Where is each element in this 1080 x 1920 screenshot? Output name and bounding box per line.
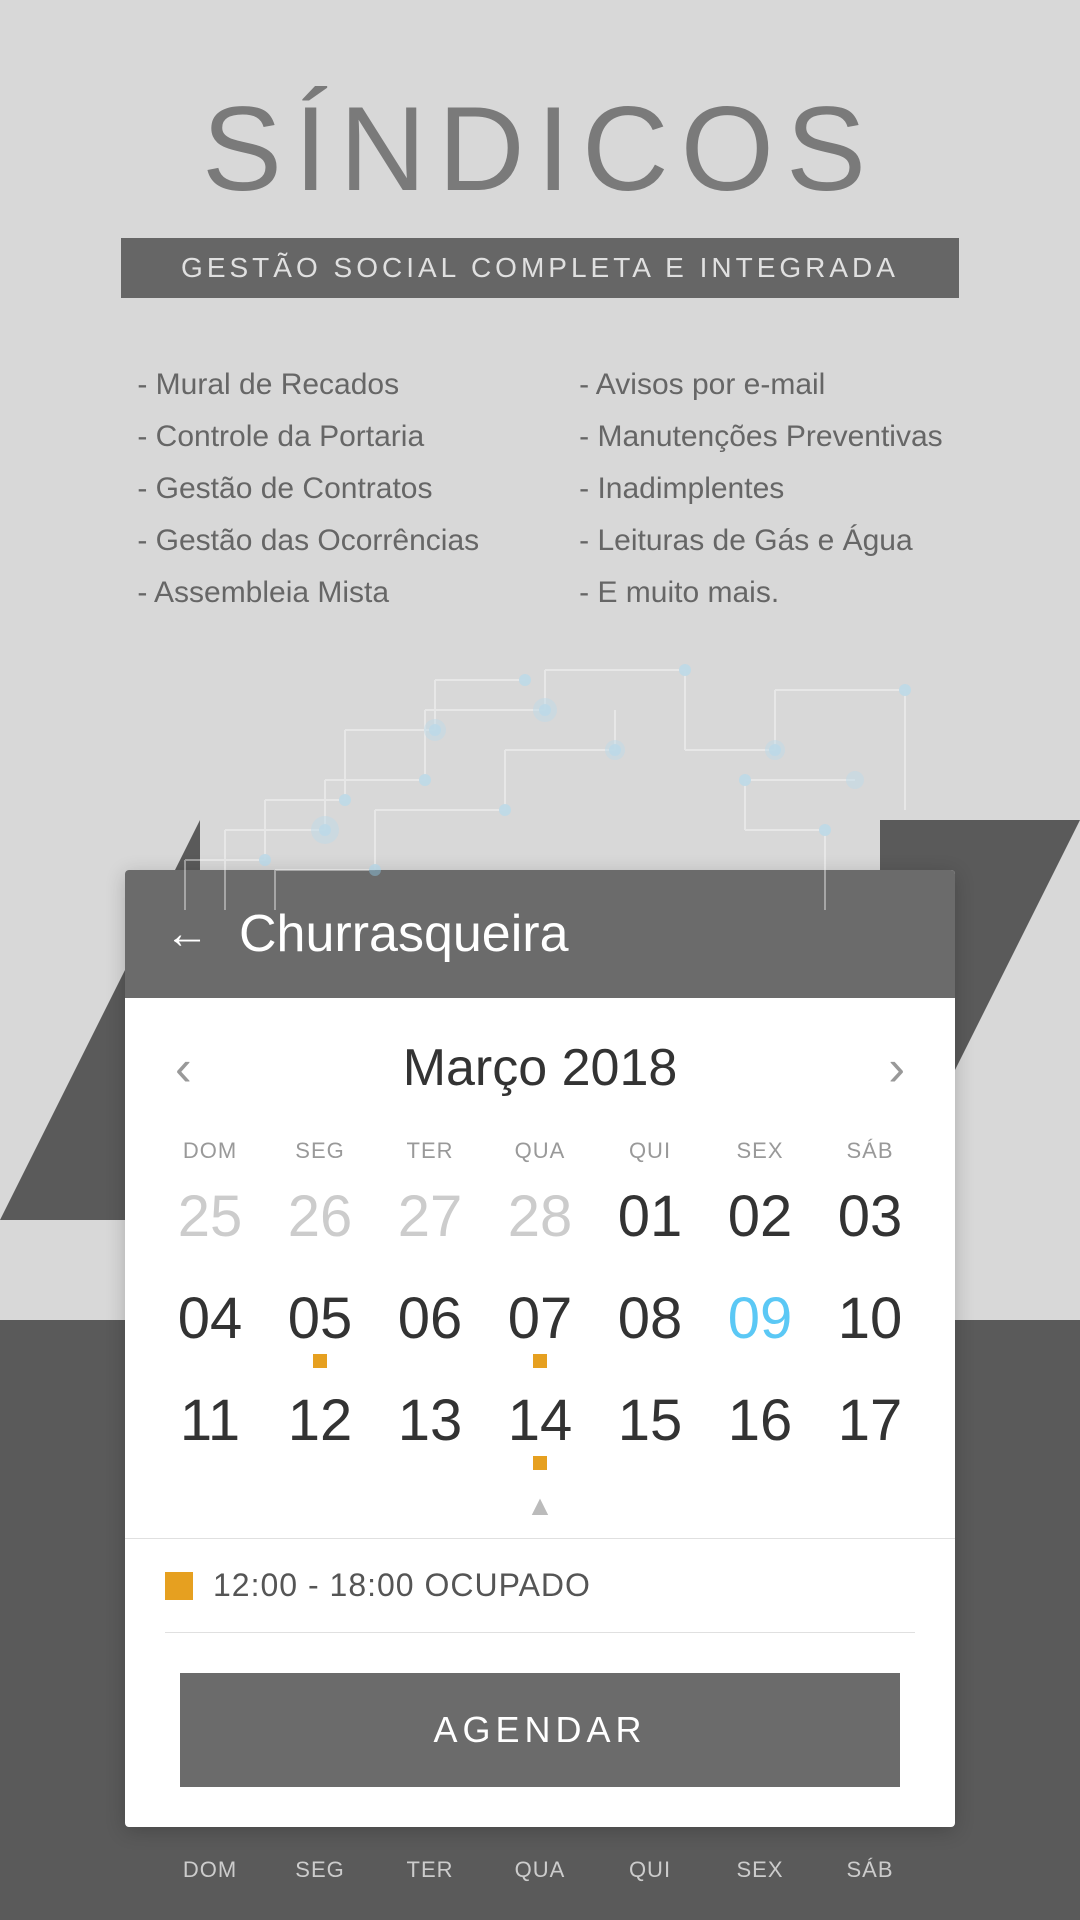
occupied-dot-icon xyxy=(165,1572,193,1600)
bottom-divider xyxy=(165,1632,915,1633)
day-cell[interactable]: 11 xyxy=(155,1378,265,1480)
features-right: - Avisos por e-mail - Manutenções Preven… xyxy=(579,368,943,610)
subtitle-bar: GESTÃO SOCIAL COMPLETA E INTEGRADA xyxy=(121,238,959,298)
day-cell[interactable]: 04 xyxy=(155,1276,265,1378)
bottom-calendar-row: DOM SEG TER QUA QUI SEX SÁB xyxy=(125,1827,955,1883)
day-cell[interactable]: 26 xyxy=(265,1174,375,1276)
bottom-day-ter: TER xyxy=(375,1857,485,1883)
occupied-text: 12:00 - 18:00 OCUPADO xyxy=(213,1567,591,1604)
bottom-day-qua: QUA xyxy=(485,1857,595,1883)
day-cell[interactable]: 07 xyxy=(485,1276,595,1378)
feature-item: - Controle da Portaria xyxy=(137,420,479,454)
day-cell[interactable]: 13 xyxy=(375,1378,485,1480)
agendar-button[interactable]: AGENDAR xyxy=(180,1673,900,1787)
calendar-week-1: 25 26 27 28 01 xyxy=(155,1174,925,1276)
feature-item: - Manutenções Preventivas xyxy=(579,420,943,454)
day-cell[interactable]: 10 xyxy=(815,1276,925,1378)
features-section: - Mural de Recados - Controle da Portari… xyxy=(0,368,1080,610)
day-cell[interactable]: 02 xyxy=(705,1174,815,1276)
day-cell[interactable]: 14 xyxy=(485,1378,595,1480)
features-left: - Mural de Recados - Controle da Portari… xyxy=(137,368,479,610)
month-year-label: Março 2018 xyxy=(403,1038,678,1098)
circuit-decoration xyxy=(0,630,1080,910)
day-cell[interactable]: 17 xyxy=(815,1378,925,1480)
calendar-screen-title: Churrasqueira xyxy=(239,904,569,964)
feature-item: - Gestão das Ocorrências xyxy=(137,524,479,558)
day-cell[interactable]: 27 xyxy=(375,1174,485,1276)
day-cell[interactable]: 05 xyxy=(265,1276,375,1378)
day-cell[interactable]: 03 xyxy=(815,1174,925,1276)
bottom-day-sab: SÁB xyxy=(815,1857,925,1883)
calendar-card: ← Churrasqueira ‹ Março 2018 › DOM SEG T… xyxy=(125,870,955,1827)
day-cell[interactable]: 12 xyxy=(265,1378,375,1480)
day-cell[interactable]: 01 xyxy=(595,1174,705,1276)
bottom-day-seg: SEG xyxy=(265,1857,375,1883)
day-cell-today[interactable]: 09 xyxy=(705,1276,815,1378)
calendar-grid: DOM SEG TER QUA QUI SEX SÁB 25 26 xyxy=(125,1118,955,1480)
day-header-sab: SÁB xyxy=(815,1118,925,1174)
bottom-day-dom: DOM xyxy=(155,1857,265,1883)
day-header-ter: TER xyxy=(375,1118,485,1174)
day-header-seg: SEG xyxy=(265,1118,375,1174)
back-button[interactable]: ← xyxy=(165,912,209,956)
day-cell[interactable]: 08 xyxy=(595,1276,705,1378)
day-header-dom: DOM xyxy=(155,1118,265,1174)
day-header-qui: QUI xyxy=(595,1118,705,1174)
occupied-section: 12:00 - 18:00 OCUPADO xyxy=(125,1539,955,1632)
prev-month-button[interactable]: ‹ xyxy=(175,1039,192,1097)
bottom-day-sex: SEX xyxy=(705,1857,815,1883)
app-title: SÍNDICOS xyxy=(202,80,878,218)
feature-item: - Inadimplentes xyxy=(579,472,943,506)
feature-item: - E muito mais. xyxy=(579,576,943,610)
day-cell-ter-06[interactable]: 06 xyxy=(375,1276,485,1378)
day-cell[interactable]: 16 xyxy=(705,1378,815,1480)
day-cell[interactable]: 28 xyxy=(485,1174,595,1276)
next-month-button[interactable]: › xyxy=(888,1039,905,1097)
month-navigation: ‹ Março 2018 › xyxy=(125,998,955,1118)
day-cell[interactable]: 15 xyxy=(595,1378,705,1480)
feature-item: - Mural de Recados xyxy=(137,368,479,402)
day-cell[interactable]: 25 xyxy=(155,1174,265,1276)
scroll-up-indicator: ▲ xyxy=(125,1480,955,1528)
feature-item: - Avisos por e-mail xyxy=(579,368,943,402)
bottom-day-qui: QUI xyxy=(595,1857,705,1883)
feature-item: - Gestão de Contratos xyxy=(137,472,479,506)
calendar-week-2: 04 05 06 07 08 xyxy=(155,1276,925,1378)
day-header-qua: QUA xyxy=(485,1118,595,1174)
feature-item: - Assembleia Mista xyxy=(137,576,479,610)
feature-item: - Leituras de Gás e Água xyxy=(579,524,943,558)
subtitle-text: GESTÃO SOCIAL COMPLETA E INTEGRADA xyxy=(181,252,899,283)
day-headers-row: DOM SEG TER QUA QUI SEX SÁB xyxy=(155,1118,925,1174)
calendar-week-3: 11 12 13 14 15 xyxy=(155,1378,925,1480)
day-header-sex: SEX xyxy=(705,1118,815,1174)
